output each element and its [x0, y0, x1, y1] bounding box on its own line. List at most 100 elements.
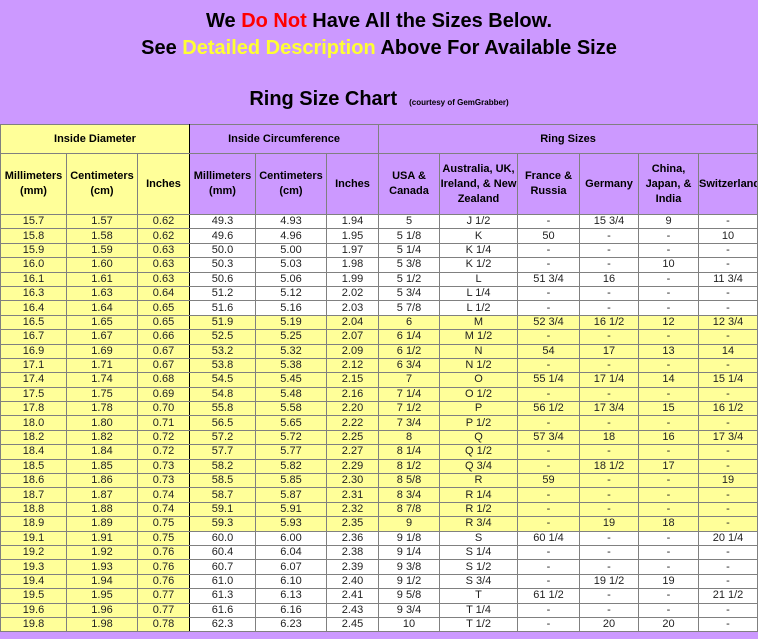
table-cell: 61.6 — [189, 602, 256, 618]
table-cell: S — [439, 530, 518, 546]
col-australia-uk: Australia, UK, Ireland, & New Zealand — [439, 153, 518, 215]
table-cell: - — [517, 329, 580, 345]
table-cell: 6.04 — [255, 544, 327, 561]
table-cell: 5.87 — [255, 487, 327, 503]
table-cell: 9 — [638, 213, 699, 230]
table-cell: 16.5 — [0, 314, 67, 331]
notice-line-2: See Detailed Description Above For Avail… — [0, 37, 758, 60]
table-cell: 59 — [517, 473, 580, 489]
table-row: 16.0 1.60 0.63 50.3 5.03 1.98 5 3/8 K 1/2- -10- — [0, 257, 758, 273]
table-cell: 14 — [698, 343, 758, 359]
table-cell: S 1/4 — [439, 544, 518, 561]
col-circumference-in: Inches — [326, 153, 379, 215]
table-cell: L — [439, 271, 518, 287]
table-cell: 18 — [638, 516, 699, 532]
table-cell: - — [638, 329, 699, 345]
col-germany: Germany — [579, 153, 639, 215]
table-row: 19.3 1.93 0.76 60.7 6.07 2.39 9 3/8 S 1/2- - - - — [0, 559, 758, 575]
table-cell: - — [638, 444, 699, 460]
table-cell: 15.7 — [0, 213, 67, 230]
table-cell: 17.5 — [0, 386, 67, 403]
table-cell: T 1/4 — [439, 602, 518, 618]
table-row: 19.5 1.95 0.77 61.3 6.13 2.41 9 5/8 T 61 1/2- -21… — [0, 588, 758, 604]
table-cell: 58.2 — [189, 458, 256, 475]
table-cell: - — [579, 242, 639, 259]
table-cell: 50.3 — [189, 257, 256, 273]
table-cell: 10 — [378, 616, 440, 633]
table-cell: 1.95 — [326, 228, 379, 244]
table-cell: 2.22 — [326, 415, 379, 431]
table-cell: 6.16 — [255, 602, 327, 618]
table-cell: 1.96 — [66, 602, 138, 618]
table-cell: 5 1/8 — [378, 228, 440, 244]
table-cell: 19 — [698, 473, 758, 489]
table-cell: 18.4 — [0, 444, 67, 460]
table-cell: L 1/4 — [439, 285, 518, 302]
courtesy-note: (courtesy of GemGrabber) — [409, 98, 509, 107]
table-cell: 5 3/4 — [378, 285, 440, 302]
table-cell: 0.65 — [137, 314, 190, 331]
table-row: 16.5 1.65 0.65 51.9 5.19 2.04 6 M 52 3/4 16 1/2 12… — [0, 314, 758, 331]
table-cell: P — [439, 401, 518, 417]
table-cell: - — [698, 616, 758, 633]
table-cell: 10 — [638, 257, 699, 273]
table-cell: 1.57 — [66, 213, 138, 230]
chart-title-row: Ring Size Chart (courtesy of GemGrabber) — [0, 88, 758, 111]
table-cell: 4.93 — [255, 213, 327, 230]
table-cell: - — [698, 501, 758, 518]
table-row: 18.7 1.87 0.74 58.7 5.87 2.31 8 3/4 R 1/4- - - - — [0, 487, 758, 503]
table-cell: N — [439, 343, 518, 359]
table-cell: M — [439, 314, 518, 331]
table-cell: 60.0 — [189, 530, 256, 546]
table-cell: 1.80 — [66, 415, 138, 431]
table-cell: 18.8 — [0, 501, 67, 518]
table-cell: 0.75 — [137, 530, 190, 546]
col-diameter-in: Inches — [137, 153, 190, 215]
table-cell: 2.27 — [326, 444, 379, 460]
table-cell: 1.67 — [66, 329, 138, 345]
table-cell: 1.78 — [66, 401, 138, 417]
table-cell: 18.0 — [0, 415, 67, 431]
table-cell: - — [698, 329, 758, 345]
table-cell: 2.36 — [326, 530, 379, 546]
table-cell: 53.2 — [189, 343, 256, 359]
table-cell: 16.0 — [0, 257, 67, 273]
table-cell: N 1/2 — [439, 357, 518, 374]
table-row: 15.9 1.59 0.63 50.0 5.00 1.97 5 1/4 K 1/4- - - - — [0, 242, 758, 259]
table-cell: 5 — [378, 213, 440, 230]
table-cell: 60.4 — [189, 544, 256, 561]
table-cell: - — [698, 257, 758, 273]
table-row: 18.8 1.88 0.74 59.1 5.91 2.32 8 7/8 R 1/2- - - - — [0, 501, 758, 518]
table-row: 19.2 1.92 0.76 60.4 6.04 2.38 9 1/4 S 1/4- - - - — [0, 544, 758, 561]
table-cell: 1.71 — [66, 357, 138, 374]
table-cell: - — [638, 559, 699, 575]
table-cell: S 3/4 — [439, 573, 518, 590]
table-cell: 2.20 — [326, 401, 379, 417]
table-cell: 8 7/8 — [378, 501, 440, 518]
table-cell: - — [517, 458, 580, 475]
col-usa-canada: USA & Canada — [378, 153, 440, 215]
table-cell: - — [517, 516, 580, 532]
table-cell: 16 1/2 — [698, 401, 758, 417]
table-cell: 0.71 — [137, 415, 190, 431]
table-cell: 50 — [517, 228, 580, 244]
table-cell: 17.8 — [0, 401, 67, 417]
table-cell: - — [638, 530, 699, 546]
table-cell: 20 — [579, 616, 639, 633]
table-cell: 56.5 — [189, 415, 256, 431]
table-cell: - — [517, 357, 580, 374]
table-cell: 16 1/2 — [579, 314, 639, 331]
table-cell: 5.85 — [255, 473, 327, 489]
table-cell: 2.32 — [326, 501, 379, 518]
table-cell: - — [517, 415, 580, 431]
group-inside-diameter: Inside Diameter — [0, 124, 190, 154]
table-cell: - — [638, 242, 699, 259]
table-cell: 0.66 — [137, 329, 190, 345]
table-cell: 19.3 — [0, 559, 67, 575]
table-cell: 6.13 — [255, 588, 327, 604]
table-cell: 12 — [638, 314, 699, 331]
table-cell: P 1/2 — [439, 415, 518, 431]
table-cell: K 1/4 — [439, 242, 518, 259]
group-inside-circumference: Inside Circumference — [189, 124, 379, 154]
table-cell: 17.1 — [0, 357, 67, 374]
